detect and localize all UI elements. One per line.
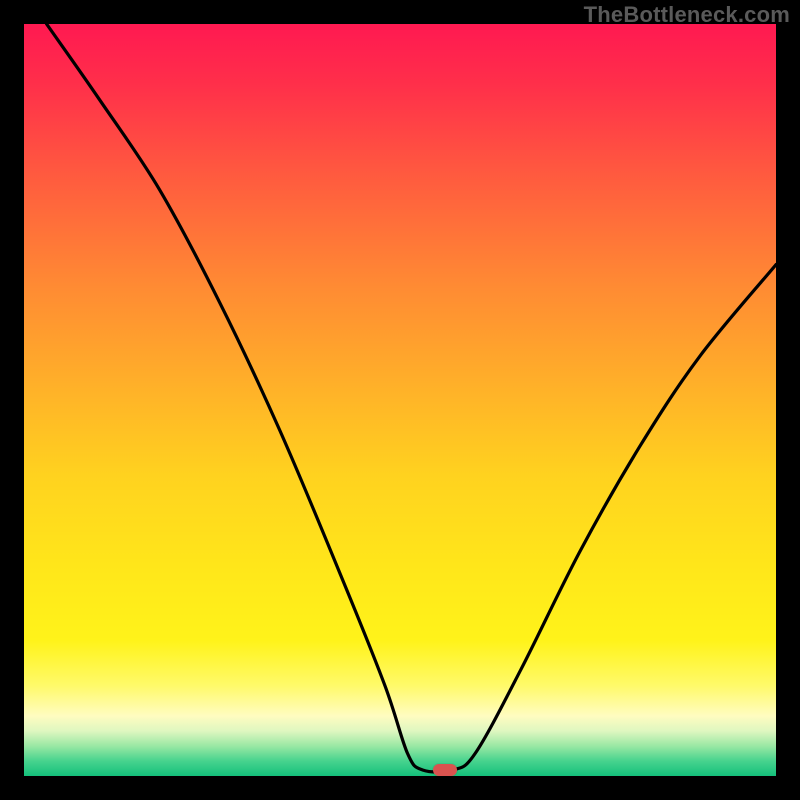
optimal-marker	[433, 764, 457, 776]
chart-frame: TheBottleneck.com	[0, 0, 800, 800]
bottleneck-curve	[24, 24, 776, 776]
watermark-text: TheBottleneck.com	[584, 2, 790, 28]
plot-area	[24, 24, 776, 776]
